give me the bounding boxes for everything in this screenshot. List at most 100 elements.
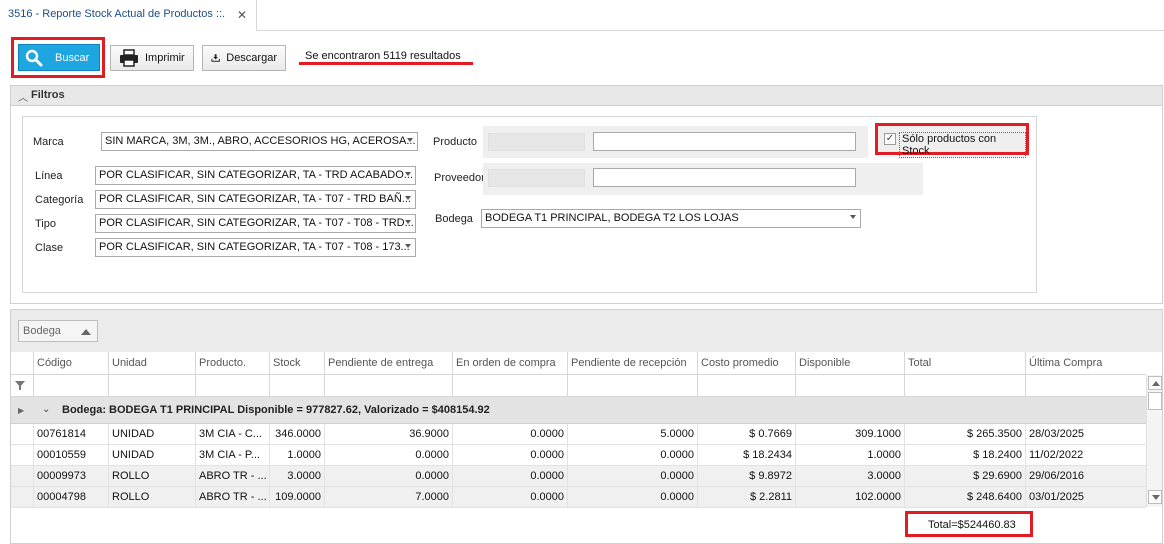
bodega-value: BODEGA T1 PRINCIPAL, BODEGA T2 LOS LOJAS bbox=[485, 212, 739, 224]
cell-disponible: 3.0000 bbox=[795, 466, 904, 487]
filter-cell-unidad[interactable] bbox=[108, 375, 195, 397]
cell-ultima-compra: 28/03/2025 bbox=[1025, 424, 1146, 445]
cell-unidad: UNIDAD bbox=[108, 445, 195, 466]
col-total[interactable]: Total bbox=[904, 352, 1025, 375]
chevron-down-icon[interactable]: ⌄ bbox=[42, 404, 50, 415]
cell-ultima-compra: 03/01/2025 bbox=[1025, 487, 1146, 508]
chevron-down-icon bbox=[405, 172, 411, 176]
group-chip-bodega[interactable]: Bodega bbox=[18, 320, 98, 342]
categoria-label: Categoría bbox=[35, 194, 84, 206]
chevron-down-icon bbox=[405, 196, 411, 200]
bodega-select[interactable]: BODEGA T1 PRINCIPAL, BODEGA T2 LOS LOJAS bbox=[481, 209, 861, 228]
cell-producto: ABRO TR - ... bbox=[195, 466, 269, 487]
cell-unidad: ROLLO bbox=[108, 466, 195, 487]
col-unidad[interactable]: Unidad bbox=[108, 352, 195, 375]
table-row[interactable]: 00004798 ROLLO ABRO TR - ... 109.0000 7.… bbox=[11, 487, 1146, 508]
group-by-panel bbox=[11, 310, 1162, 352]
col-producto[interactable]: Producto. bbox=[195, 352, 269, 375]
auto-filter-row bbox=[11, 375, 1146, 397]
descargar-button[interactable]: Descargar bbox=[202, 45, 286, 71]
solo-stock-checkbox[interactable]: ✓ bbox=[884, 133, 896, 145]
cell-total: $ 248.6400 bbox=[904, 487, 1025, 508]
chevron-down-icon bbox=[407, 138, 413, 142]
column-header-row: Código Unidad Producto. Stock Pendiente … bbox=[11, 352, 1146, 375]
printer-icon bbox=[120, 49, 138, 67]
imprimir-button[interactable]: Imprimir bbox=[110, 45, 194, 71]
solo-stock-label[interactable]: Sólo productos con Stock bbox=[899, 132, 1026, 158]
bodega-label: Bodega bbox=[435, 213, 473, 225]
cell-pendiente-entrega: 0.0000 bbox=[324, 466, 452, 487]
cell-codigo: 00761814 bbox=[33, 424, 108, 445]
col-ultima-compra[interactable]: Última Compra bbox=[1025, 352, 1146, 375]
tipo-select[interactable]: POR CLASIFICAR, SIN CATEGORIZAR, TA - T0… bbox=[95, 214, 416, 233]
chevron-down-icon bbox=[405, 220, 411, 224]
chevron-down-icon bbox=[850, 215, 856, 219]
cell-pendiente-entrega: 36.9000 bbox=[324, 424, 452, 445]
tab-title: 3516 - Reporte Stock Actual de Productos… bbox=[8, 8, 226, 20]
filter-cell-costo[interactable] bbox=[697, 375, 795, 397]
filter-cell-pendiente-entrega[interactable] bbox=[324, 375, 452, 397]
cell-orden-compra: 0.0000 bbox=[452, 424, 567, 445]
filter-cell-pendiente-recepcion[interactable] bbox=[567, 375, 697, 397]
clase-label: Clase bbox=[35, 242, 64, 254]
table-row[interactable]: 00010559 UNIDAD 3M CIA - P... 1.0000 0.0… bbox=[11, 445, 1146, 466]
vertical-scrollbar[interactable] bbox=[1146, 375, 1162, 507]
filters-header[interactable]: ︿ Filtros bbox=[10, 85, 1163, 106]
cell-stock: 346.0000 bbox=[269, 424, 324, 445]
filter-cell-producto[interactable] bbox=[195, 375, 269, 397]
filter-cell-ultima-compra[interactable] bbox=[1025, 375, 1146, 397]
cell-codigo: 00010559 bbox=[33, 445, 108, 466]
arrow-up-icon bbox=[1152, 381, 1160, 386]
categoria-select[interactable]: POR CLASIFICAR, SIN CATEGORIZAR, TA - T0… bbox=[95, 190, 416, 209]
group-row-text: Bodega: BODEGA T1 PRINCIPAL Disponible =… bbox=[62, 404, 490, 416]
filter-cell-orden-compra[interactable] bbox=[452, 375, 567, 397]
marca-label: Marca bbox=[33, 136, 64, 148]
filter-cell-stock[interactable] bbox=[269, 375, 324, 397]
cell-total: $ 29.6900 bbox=[904, 466, 1025, 487]
clase-select[interactable]: POR CLASIFICAR, SIN CATEGORIZAR, TA - T0… bbox=[95, 238, 416, 257]
cell-costo: $ 9.8972 bbox=[697, 466, 795, 487]
col-pendiente-recepcion[interactable]: Pendiente de recepción bbox=[567, 352, 697, 375]
cell-producto: ABRO TR - ... bbox=[195, 487, 269, 508]
scroll-up-button[interactable] bbox=[1148, 376, 1162, 390]
search-icon bbox=[25, 49, 43, 66]
filter-cell-total[interactable] bbox=[904, 375, 1025, 397]
marca-select[interactable]: SIN MARCA, 3M, 3M., ABRO, ACCESORIOS HG,… bbox=[101, 132, 418, 151]
filter-cell-codigo[interactable] bbox=[33, 375, 108, 397]
cell-producto: 3M CIA - C... bbox=[195, 424, 269, 445]
proveedor-name-input[interactable] bbox=[593, 168, 856, 187]
total-summary: Total=$524460.83 bbox=[928, 519, 1016, 531]
filter-icon-stem bbox=[19, 386, 21, 390]
scroll-down-button[interactable] bbox=[1148, 490, 1162, 504]
col-orden-compra[interactable]: En orden de compra bbox=[452, 352, 567, 375]
col-costo-promedio[interactable]: Costo promedio bbox=[697, 352, 795, 375]
producto-label: Producto bbox=[433, 136, 478, 148]
linea-select[interactable]: POR CLASIFICAR, SIN CATEGORIZAR, TA - TR… bbox=[95, 166, 416, 185]
clase-value: POR CLASIFICAR, SIN CATEGORIZAR, TA - T0… bbox=[99, 241, 410, 253]
cell-pendiente-recepcion: 0.0000 bbox=[567, 445, 697, 466]
col-stock[interactable]: Stock bbox=[269, 352, 324, 375]
col-pendiente-entrega[interactable]: Pendiente de entrega bbox=[324, 352, 452, 375]
group-row-bodega-t1[interactable]: ▶ ⌄ Bodega: BODEGA T1 PRINCIPAL Disponib… bbox=[11, 397, 1146, 424]
buscar-button[interactable]: Buscar bbox=[18, 44, 100, 71]
scroll-thumb[interactable] bbox=[1148, 392, 1162, 410]
producto-code-input[interactable] bbox=[488, 133, 585, 151]
filter-cell-disponible[interactable] bbox=[795, 375, 904, 397]
cell-stock: 3.0000 bbox=[269, 466, 324, 487]
tab-reporte[interactable]: 3516 - Reporte Stock Actual de Productos… bbox=[0, 0, 257, 31]
table-row[interactable]: 00761814 UNIDAD 3M CIA - C... 346.0000 3… bbox=[11, 424, 1146, 445]
col-codigo[interactable]: Código bbox=[33, 352, 108, 375]
arrow-down-icon bbox=[1152, 495, 1160, 500]
col-disponible[interactable]: Disponible bbox=[795, 352, 904, 375]
cell-ultima-compra: 29/06/2016 bbox=[1025, 466, 1146, 487]
chevron-up-icon[interactable]: ︿ bbox=[18, 89, 28, 104]
close-icon[interactable]: ✕ bbox=[237, 8, 247, 22]
cell-pendiente-entrega: 0.0000 bbox=[324, 445, 452, 466]
solo-stock-highlight: ✓ Sólo productos con Stock bbox=[875, 123, 1029, 158]
buscar-label: Buscar bbox=[55, 51, 90, 64]
proveedor-code-input[interactable] bbox=[488, 169, 585, 187]
cell-unidad: ROLLO bbox=[108, 487, 195, 508]
table-row[interactable]: 00009973 ROLLO ABRO TR - ... 3.0000 0.00… bbox=[11, 466, 1146, 487]
producto-name-input[interactable] bbox=[593, 132, 856, 151]
cell-codigo: 00004798 bbox=[33, 487, 108, 508]
